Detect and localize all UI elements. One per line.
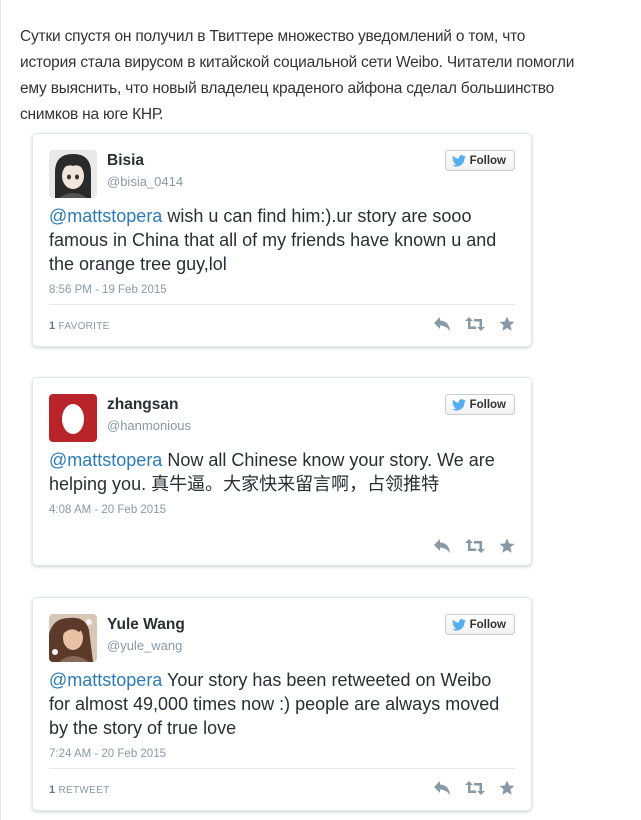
mention-link[interactable]: @mattstopera — [49, 206, 162, 226]
reply-icon[interactable] — [433, 780, 451, 801]
stat-label: RETWEET — [58, 785, 110, 796]
avatar[interactable] — [49, 614, 97, 662]
user-display-name[interactable]: Bisia — [107, 152, 144, 170]
twitter-bird-icon — [451, 398, 466, 411]
embedded-tweet: Bisia @bisia_0414 Follow @mattstopera wi… — [32, 133, 532, 347]
favorite-star-icon[interactable] — [499, 316, 515, 337]
twitter-bird-icon — [451, 154, 466, 167]
article-paragraph: Сутки спустя он получил в Твиттере множе… — [20, 27, 575, 123]
retweet-icon[interactable] — [465, 316, 485, 337]
reply-icon[interactable] — [433, 538, 451, 559]
user-handle[interactable]: @hanmonious — [107, 418, 191, 433]
tweet-timestamp[interactable]: 7:24 AM - 20 Feb 2015 — [49, 748, 166, 760]
tweet-stats[interactable]: 1 FAVORITE — [49, 320, 110, 332]
retweet-icon[interactable] — [465, 538, 485, 559]
mention-link[interactable]: @mattstopera — [49, 670, 162, 690]
divider — [49, 304, 515, 305]
follow-button-label: Follow — [469, 618, 506, 631]
avatar[interactable] — [49, 150, 97, 198]
user-handle[interactable]: @bisia_0414 — [107, 174, 183, 189]
reply-icon[interactable] — [433, 316, 451, 337]
stat-count: 1 — [49, 320, 56, 332]
mention-link[interactable]: @mattstopera — [49, 450, 162, 470]
follow-button-label: Follow — [469, 398, 506, 411]
tweet-timestamp[interactable]: 8:56 PM - 19 Feb 2015 — [49, 284, 167, 296]
tweet-actions — [433, 538, 515, 559]
stat-count: 1 — [49, 784, 56, 796]
tweet-text: @mattstopera Your story has been retweet… — [49, 668, 507, 740]
tweet-text: @mattstopera wish u can find him:).ur st… — [49, 204, 507, 276]
user-handle[interactable]: @yule_wang — [107, 638, 182, 653]
follow-button[interactable]: Follow — [444, 614, 515, 635]
page-left-border — [0, 0, 1, 820]
user-display-name[interactable]: Yule Wang — [107, 616, 185, 634]
embedded-tweet: Yule Wang @yule_wang Follow @mattstopera… — [32, 597, 532, 811]
user-display-name[interactable]: zhangsan — [107, 396, 178, 414]
tweet-actions — [433, 316, 515, 337]
tweet-actions — [433, 780, 515, 801]
follow-button[interactable]: Follow — [444, 150, 515, 171]
twitter-bird-icon — [451, 618, 466, 631]
tweet-timestamp[interactable]: 4:08 AM - 20 Feb 2015 — [49, 504, 166, 516]
stat-label: FAVORITE — [58, 321, 110, 332]
retweet-icon[interactable] — [465, 780, 485, 801]
favorite-star-icon[interactable] — [499, 538, 515, 559]
tweet-text: @mattstopera Now all Chinese know your s… — [49, 448, 507, 496]
divider — [49, 768, 515, 769]
follow-button-label: Follow — [469, 154, 506, 167]
favorite-star-icon[interactable] — [499, 780, 515, 801]
tweet-stats[interactable]: 1 RETWEET — [49, 784, 110, 796]
embedded-tweet: zhangsan @hanmonious Follow @mattstopera… — [32, 377, 532, 566]
avatar[interactable] — [49, 394, 97, 442]
follow-button[interactable]: Follow — [444, 394, 515, 415]
